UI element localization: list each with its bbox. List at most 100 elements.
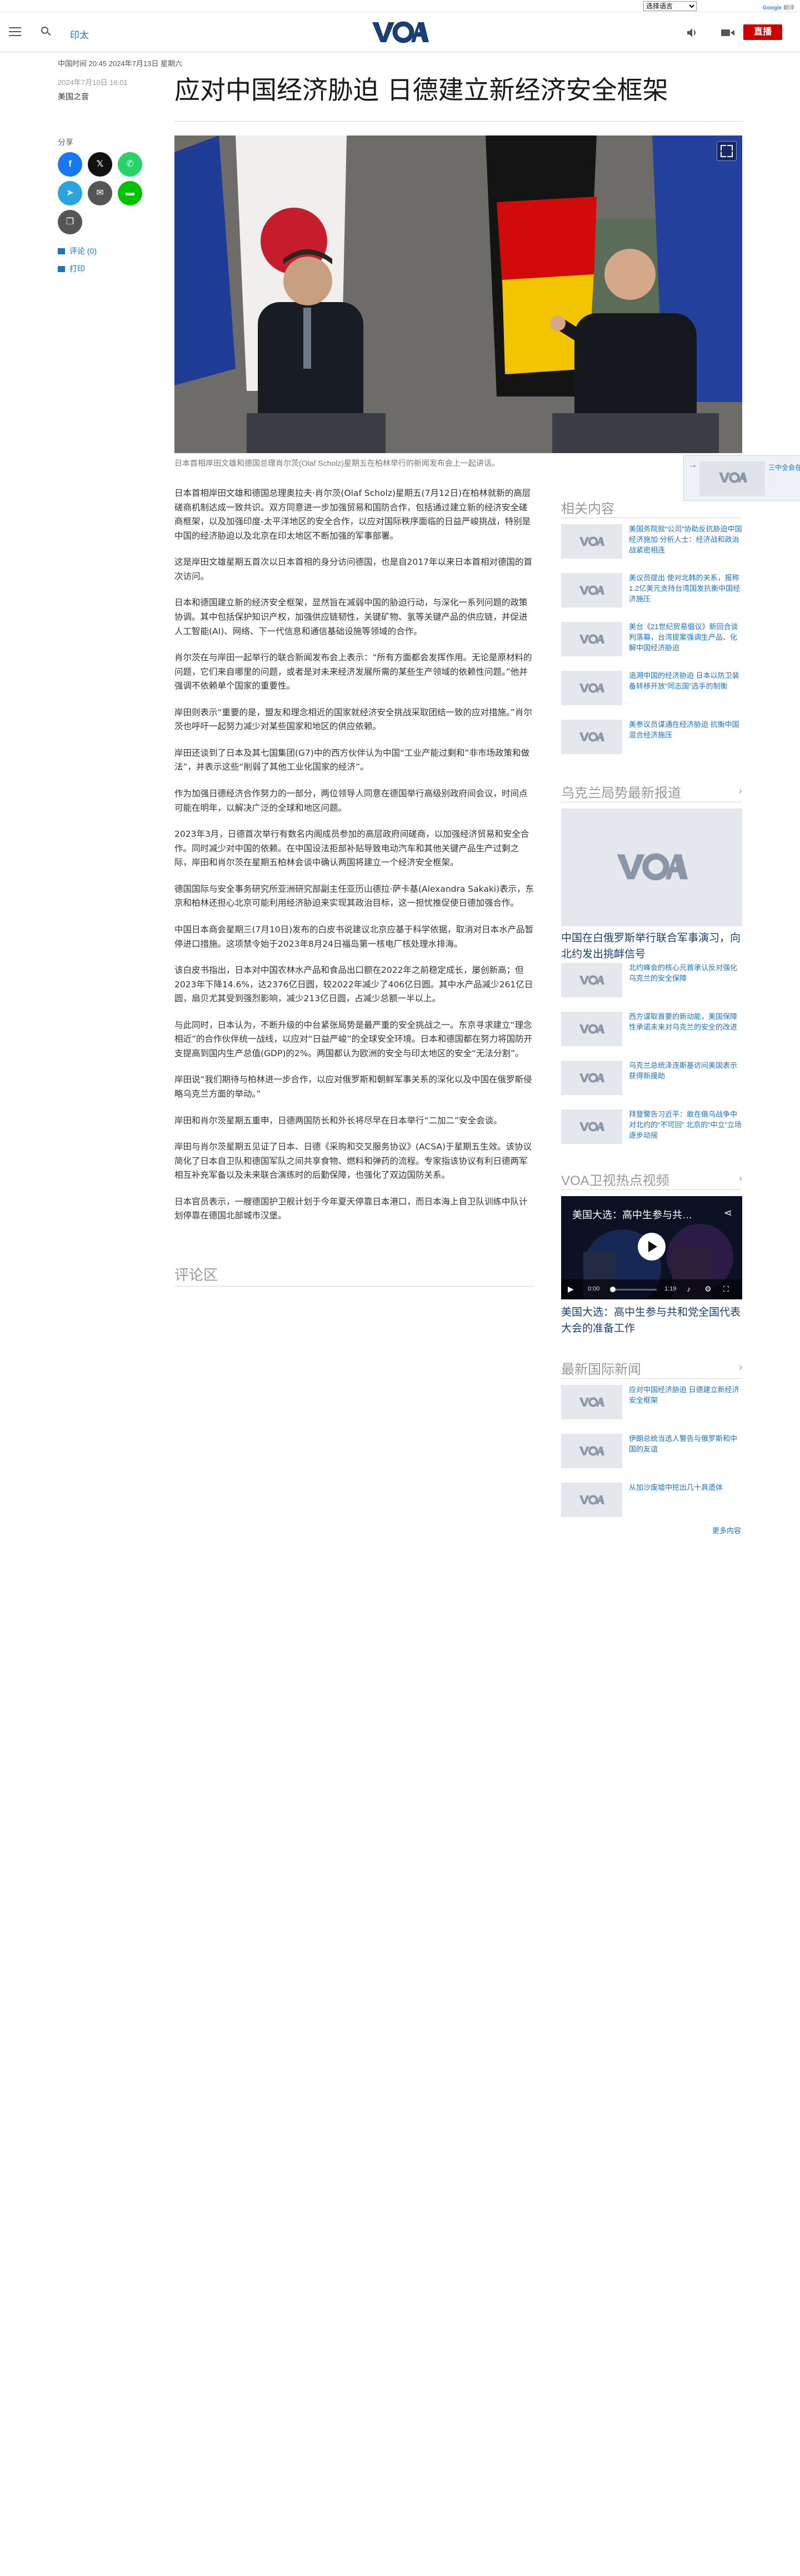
comment-icon xyxy=(58,248,65,254)
voa-logo[interactable] xyxy=(371,21,429,43)
ukraine-feature-title[interactable]: 中国在白俄罗斯举行联合军事演习，向北约发出挑衅信号 xyxy=(561,931,742,962)
item-title-link[interactable]: 北约峰会的核心元首承认反对强化乌克兰的安全保障 xyxy=(629,963,742,984)
voa-placeholder-icon xyxy=(579,1122,604,1132)
sidebar-list-item[interactable]: 伊朗总统当选人警告与俄罗斯和中国的友谊 xyxy=(561,1434,742,1473)
comments-section-title: 评论区 xyxy=(174,1267,218,1283)
share-icon[interactable]: ⋖ xyxy=(724,1207,732,1219)
sidebar-list-item[interactable]: 美参议员谋通在经济胁迫 抗衡中国混合经济施压 xyxy=(561,720,742,759)
floating-related-card[interactable]: → 三中全会在即 中国经济之困 北京经济三大难题 xyxy=(683,455,800,501)
search-icon[interactable] xyxy=(41,27,52,38)
menu-icon[interactable] xyxy=(9,27,21,37)
world-news-title[interactable]: 最新国际新闻 › xyxy=(561,1358,742,1378)
sidebar-list-item[interactable]: 美台《21世纪贸易倡议》新回合谈判落幕，台湾提案强调生产品、化解中国经济胁迫 xyxy=(561,622,742,661)
item-thumbnail[interactable] xyxy=(561,1061,622,1095)
x-share-icon[interactable]: 𝕏 xyxy=(88,152,112,177)
video-section-title[interactable]: VOA卫视热点视频 › xyxy=(561,1169,742,1189)
article-paragraph: 作为加强日德经济合作努力的一部分，两位领导人同意在德国举行高级别政府间会议，时间… xyxy=(174,789,528,813)
floating-card-text[interactable]: 三中全会在即 中国经济之困 北京经济三大难题 xyxy=(768,463,800,473)
translate-powered-by: Google 翻译 xyxy=(763,3,794,11)
player-controls: ▶ 0:00 1:19 ♪ ⚙ ⛶ xyxy=(561,1279,742,1299)
arrow-right-icon[interactable]: → xyxy=(688,460,697,470)
play-button-icon[interactable] xyxy=(638,1233,666,1261)
comments-link[interactable]: 评论 (0) xyxy=(58,245,97,257)
item-title-link[interactable]: 美议员提出 使对北韩的关系，报称1.2亿美元支持台湾国发抗衡中国经济施压 xyxy=(629,573,742,605)
item-thumbnail[interactable] xyxy=(561,1483,622,1517)
sidebar-list-item[interactable]: 乌克兰总统泽连斯基访问美国表示获得新援助 xyxy=(561,1061,742,1099)
item-title-link[interactable]: 美台《21世纪贸易倡议》新回合谈判落幕，台湾提案强调生产品、化解中国经济胁迫 xyxy=(629,622,742,654)
line-share-icon[interactable]: ▬ xyxy=(118,181,142,205)
article-paragraph: 日本首相岸田文雄和德国总理奥拉夫·肖尔茨(Olaf Scholz)星期五(7月1… xyxy=(174,488,531,541)
ukraine-feature-image[interactable] xyxy=(561,809,742,926)
progress-knob[interactable] xyxy=(610,1287,616,1292)
item-thumbnail[interactable] xyxy=(561,1385,622,1419)
voa-placeholder-icon xyxy=(579,732,604,742)
item-title-link[interactable]: 西方谋取首要的新动能，美国保障性承诺未来对乌克兰的安全的改进 xyxy=(629,1012,742,1033)
video-player[interactable]: 美国大选：高中生参与共… ⋖ ▶ 0:00 1:19 ♪ ⚙ ⛶ xyxy=(561,1196,742,1299)
item-thumbnail[interactable] xyxy=(561,963,622,997)
item-thumbnail[interactable] xyxy=(561,1434,622,1468)
item-title-link[interactable]: 乌克兰总统泽连斯基访问美国表示获得新援助 xyxy=(629,1061,742,1082)
article-paragraph: 这是岸田文雄星期五首次以日本首相的身分访问德国，也是自2017年以来日本首相对德… xyxy=(174,557,532,581)
settings-gear-icon[interactable]: ⚙ xyxy=(704,1284,712,1294)
language-select[interactable]: 选择语言 xyxy=(643,1,697,11)
telegram-share-icon[interactable]: ➤ xyxy=(58,181,82,205)
article-paragraph: 岸田和肖尔茨星期五重申，日德两国防长和外长将尽早在日本举行“二加二”安全会谈。 xyxy=(174,1115,502,1126)
voa-placeholder-icon xyxy=(579,1073,604,1083)
voa-placeholder-icon xyxy=(579,1495,604,1505)
fullscreen-icon[interactable]: ⛶ xyxy=(723,1284,729,1294)
article-paragraph: 日本官员表示，一艘德国护卫舰计划于今年夏天停靠日本港口，而日本海上自卫队训练中队… xyxy=(174,1196,528,1221)
sidebar-list-item[interactable]: 追溯中国的经济胁迫 日本以防卫装备转移开放“同志国”选手的制衡 xyxy=(561,671,742,710)
sidebar-list-item[interactable]: 拜登警告习近平：敢在俄乌战争中对北约的“不可回” 北京的“中立”立场逐步动摇 xyxy=(561,1109,742,1148)
sidebar-list-item[interactable]: 西方谋取首要的新动能，美国保障性承诺未来对乌克兰的安全的改进 xyxy=(561,1012,742,1051)
site-header: 印太 直播 xyxy=(0,12,800,52)
translate-service-label: 翻译 xyxy=(783,5,794,11)
nav-link-indo-pacific[interactable]: 印太 xyxy=(70,27,89,41)
video-divider xyxy=(561,1189,742,1190)
video-caption[interactable]: 美国大选：高中生参与共和党全国代表大会的准备工作 xyxy=(561,1305,742,1337)
item-title-link[interactable]: 应对中国经济胁迫 日德建立新经济安全框架 xyxy=(629,1385,742,1406)
item-title-link[interactable]: 从加沙废墟中挖出几十具遗体 xyxy=(629,1483,742,1493)
voa-placeholder-icon xyxy=(579,585,604,595)
print-link[interactable]: 打印 xyxy=(58,263,85,274)
item-thumbnail[interactable] xyxy=(561,622,622,656)
audio-icon[interactable] xyxy=(687,28,698,38)
voa-placeholder-icon xyxy=(579,1446,604,1456)
progress-bar[interactable] xyxy=(612,1289,657,1290)
volume-icon[interactable]: ♪ xyxy=(687,1284,691,1293)
video-camera-icon[interactable] xyxy=(721,28,734,37)
item-thumbnail[interactable] xyxy=(561,671,622,705)
whatsapp-share-icon[interactable]: ✆ xyxy=(118,152,142,177)
sidebar-list-item[interactable]: 从加沙废墟中挖出几十具遗体 xyxy=(561,1483,742,1522)
item-title-link[interactable]: 伊朗总统当选人警告与俄罗斯和中国的友谊 xyxy=(629,1434,742,1455)
item-thumbnail[interactable] xyxy=(561,524,622,559)
item-title-link[interactable]: 追溯中国的经济胁迫 日本以防卫装备转移开放“同志国”选手的制衡 xyxy=(629,671,742,692)
ukraine-section-title[interactable]: 乌克兰局势最新报道 › xyxy=(561,782,742,801)
copy-link-icon[interactable]: ❐ xyxy=(58,210,82,234)
facebook-share-icon[interactable]: f xyxy=(58,152,82,177)
item-title-link[interactable]: 拜登警告习近平：敢在俄乌战争中对北约的“不可回” 北京的“中立”立场逐步动摇 xyxy=(629,1109,742,1141)
item-title-link[interactable]: 美参议员谋通在经济胁迫 抗衡中国混合经济施压 xyxy=(629,720,742,741)
item-thumbnail[interactable] xyxy=(561,720,622,754)
item-title-link[interactable]: 美国务院就“公司”协助反抗胁迫中国经济施加 分析人士：经济战和政治战紧密相连 xyxy=(629,524,742,556)
sidebar-list-item[interactable]: 美议员提出 使对北韩的关系，报称1.2亿美元支持台湾国发抗衡中国经济施压 xyxy=(561,573,742,612)
item-thumbnail[interactable] xyxy=(561,1012,622,1046)
hero-caption: 日本首相岸田文雄和德国总理肖尔茨(Olaf Scholz)星期五在柏林举行的新闻… xyxy=(174,459,499,468)
expand-image-icon[interactable] xyxy=(717,141,737,161)
sidebar-list-item[interactable]: 北约峰会的核心元首承认反对强化乌克兰的安全保障 xyxy=(561,963,742,1002)
live-button[interactable]: 直播 xyxy=(743,24,782,40)
print-icon xyxy=(58,266,65,272)
world-divider xyxy=(561,1378,742,1379)
item-thumbnail[interactable] xyxy=(561,1109,622,1144)
more-content-link[interactable]: 更多内容 xyxy=(712,1525,741,1535)
item-thumbnail[interactable] xyxy=(561,573,622,607)
related-content-title: 相关内容 xyxy=(561,501,614,516)
voa-placeholder-icon xyxy=(579,975,604,985)
play-icon[interactable]: ▶ xyxy=(568,1284,574,1294)
author[interactable]: 美国之音 xyxy=(58,91,89,102)
sidebar-list-item[interactable]: 美国务院就“公司”协助反抗胁迫中国经济施加 分析人士：经济战和政治战紧密相连 xyxy=(561,524,742,563)
email-share-icon[interactable]: ✉ xyxy=(88,181,112,205)
article-paragraph: 该白皮书指出，日本对中国农林水产品和食品出口额在2022年之前稳定成长，屡创新高… xyxy=(174,965,533,1004)
sidebar-list-item[interactable]: 应对中国经济胁迫 日德建立新经济安全框架 xyxy=(561,1385,742,1424)
voa-placeholder-icon xyxy=(579,1024,604,1034)
article-paragraph: 日本和德国建立新的经济安全框架，显然旨在减弱中国的胁迫行动，与深化一系列问题的政… xyxy=(174,597,528,636)
